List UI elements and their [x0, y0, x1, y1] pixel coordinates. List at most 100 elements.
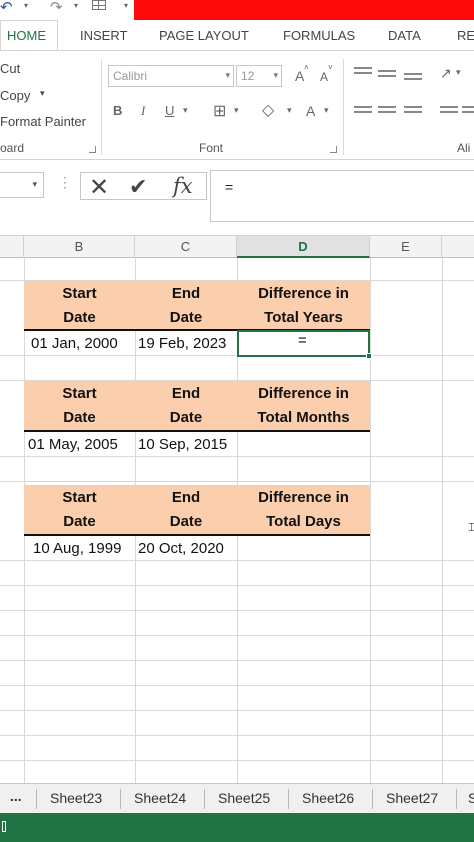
header-line: Difference in: [258, 489, 349, 506]
header-line: Start: [62, 285, 97, 302]
tab-insert[interactable]: INSERT: [80, 28, 127, 43]
header-difference[interactable]: Difference in Total Days: [237, 485, 370, 535]
sheet-tab-bar: ... Sheet23 Sheet24 Sheet25 Sheet26 Shee…: [0, 783, 474, 813]
tab-page-layout[interactable]: PAGE LAYOUT: [159, 28, 249, 43]
fill-dropdown-icon[interactable]: ▾: [287, 105, 292, 116]
header-end-date[interactable]: End Date: [135, 281, 237, 331]
align-top-icon[interactable]: [354, 67, 372, 79]
sheet-tab-25[interactable]: Sheet25: [218, 790, 270, 806]
font-group-label: Font: [199, 141, 224, 155]
header-difference[interactable]: Difference in Total Months: [237, 381, 370, 431]
underline-button[interactable]: U: [165, 103, 174, 118]
clipboard-launcher-icon[interactable]: [89, 146, 96, 153]
align-center-icon[interactable]: [378, 106, 396, 118]
align-right-icon[interactable]: [404, 106, 422, 118]
undo-icon[interactable]: ↶: [0, 0, 13, 16]
column-header-c[interactable]: C: [135, 236, 237, 258]
italic-button[interactable]: I: [141, 103, 145, 119]
decrease-indent-icon[interactable]: [440, 106, 458, 118]
fill-color-icon[interactable]: ◇: [262, 100, 274, 120]
redo-dropdown-icon[interactable]: ▾: [74, 1, 78, 10]
sheet-tab-27[interactable]: Sheet27: [386, 790, 438, 806]
caret-up-icon: ˄: [304, 63, 309, 72]
redo-icon[interactable]: ↷: [50, 0, 63, 16]
name-box[interactable]: ▾: [0, 172, 44, 198]
drag-handle-icon[interactable]: ⋮: [58, 174, 72, 191]
header-start-date[interactable]: Start Date: [24, 485, 135, 535]
macro-record-icon[interactable]: [2, 821, 6, 832]
font-launcher-icon[interactable]: [330, 146, 337, 153]
cell-end-date[interactable]: 10 Sep, 2015: [138, 432, 227, 457]
tab-data[interactable]: DATA: [388, 28, 421, 43]
sheet-tab-23[interactable]: Sheet23: [50, 790, 102, 806]
cell-start-date[interactable]: 10 Aug, 1999: [33, 536, 121, 561]
cancel-icon[interactable]: ✕: [89, 173, 109, 202]
cell-start-date[interactable]: 01 May, 2005: [28, 432, 118, 457]
font-color-button[interactable]: A: [306, 103, 315, 119]
enter-icon[interactable]: ✔: [129, 174, 147, 200]
mouse-cursor-icon: ⌶: [468, 520, 474, 534]
worksheet-grid[interactable]: B C D E Start Date End Date Difference i…: [0, 235, 474, 783]
chevron-down-icon: ▾: [32, 179, 37, 189]
sheet-tab-24[interactable]: Sheet24: [134, 790, 186, 806]
tab-divider: [36, 789, 37, 809]
align-bottom-icon[interactable]: [404, 73, 422, 85]
header-line: Date: [63, 513, 96, 530]
border-dropdown-icon[interactable]: ▾: [234, 105, 239, 116]
borders-icon[interactable]: [92, 0, 106, 10]
header-end-date[interactable]: End Date: [135, 485, 237, 535]
tab-divider: [372, 789, 373, 809]
customize-toolbar-icon[interactable]: ▾: [124, 1, 128, 10]
header-line: Date: [169, 309, 203, 326]
status-bar: [0, 813, 474, 842]
font-name-combo[interactable]: Calibri ▾: [108, 65, 234, 87]
increase-indent-icon[interactable]: [462, 106, 474, 118]
header-line: Difference in: [258, 385, 349, 402]
header-end-date[interactable]: End Date: [135, 381, 237, 431]
font-color-dropdown-icon[interactable]: ▾: [324, 105, 329, 116]
cell-end-date[interactable]: 19 Feb, 2023: [138, 331, 226, 356]
font-size-combo[interactable]: 12 ▾: [236, 65, 282, 87]
bold-button[interactable]: B: [113, 103, 122, 118]
fill-handle[interactable]: [366, 353, 372, 359]
format-painter-button[interactable]: Format Painter: [0, 114, 86, 129]
header-line: Date: [169, 409, 203, 426]
underline-dropdown-icon[interactable]: ▾: [183, 105, 188, 116]
tab-home[interactable]: HOME: [7, 28, 46, 43]
tab-review[interactable]: RE: [457, 28, 474, 43]
header-line: Start: [62, 489, 97, 506]
header-start-date[interactable]: Start Date: [24, 381, 135, 431]
undo-dropdown-icon[interactable]: ▾: [24, 1, 28, 10]
align-left-icon[interactable]: [354, 106, 372, 118]
alignment-group-label: Ali: [457, 141, 471, 155]
border-icon[interactable]: ⊞: [213, 101, 226, 121]
column-header-d[interactable]: D: [237, 236, 370, 258]
column-header-e[interactable]: E: [370, 236, 442, 258]
orientation-icon[interactable]: ↗: [440, 65, 452, 82]
group-separator: [343, 59, 344, 155]
more-sheets-button[interactable]: ...: [10, 788, 22, 804]
grow-font-button[interactable]: A: [295, 68, 304, 84]
copy-dropdown-icon[interactable]: ▾: [40, 88, 45, 99]
row-header-corner[interactable]: [0, 236, 24, 258]
header-difference[interactable]: Difference in Total Years: [237, 281, 370, 331]
formula-input[interactable]: =: [210, 170, 474, 222]
sheet-tab-28[interactable]: S: [468, 790, 474, 806]
insert-function-button[interactable]: fx: [173, 174, 193, 198]
cut-button[interactable]: Cut: [0, 61, 20, 76]
header-line: End: [171, 285, 201, 302]
cell-start-date[interactable]: 01 Jan, 2000: [31, 331, 118, 356]
tab-formulas[interactable]: FORMULAS: [283, 28, 355, 43]
column-header-b[interactable]: B: [24, 236, 135, 258]
header-start-date[interactable]: Start Date: [24, 281, 135, 331]
header-line: End: [171, 489, 201, 506]
sheet-tab-26[interactable]: Sheet26: [302, 790, 354, 806]
column-header-f[interactable]: [442, 236, 474, 258]
cell-end-date[interactable]: 20 Oct, 2020: [138, 536, 224, 561]
shrink-font-button[interactable]: A: [320, 70, 328, 84]
header-line: Date: [169, 513, 203, 530]
orientation-dropdown-icon[interactable]: ▾: [456, 67, 461, 78]
align-middle-icon[interactable]: [378, 70, 396, 82]
header-line: End: [171, 385, 201, 402]
copy-button[interactable]: Copy: [0, 88, 30, 103]
